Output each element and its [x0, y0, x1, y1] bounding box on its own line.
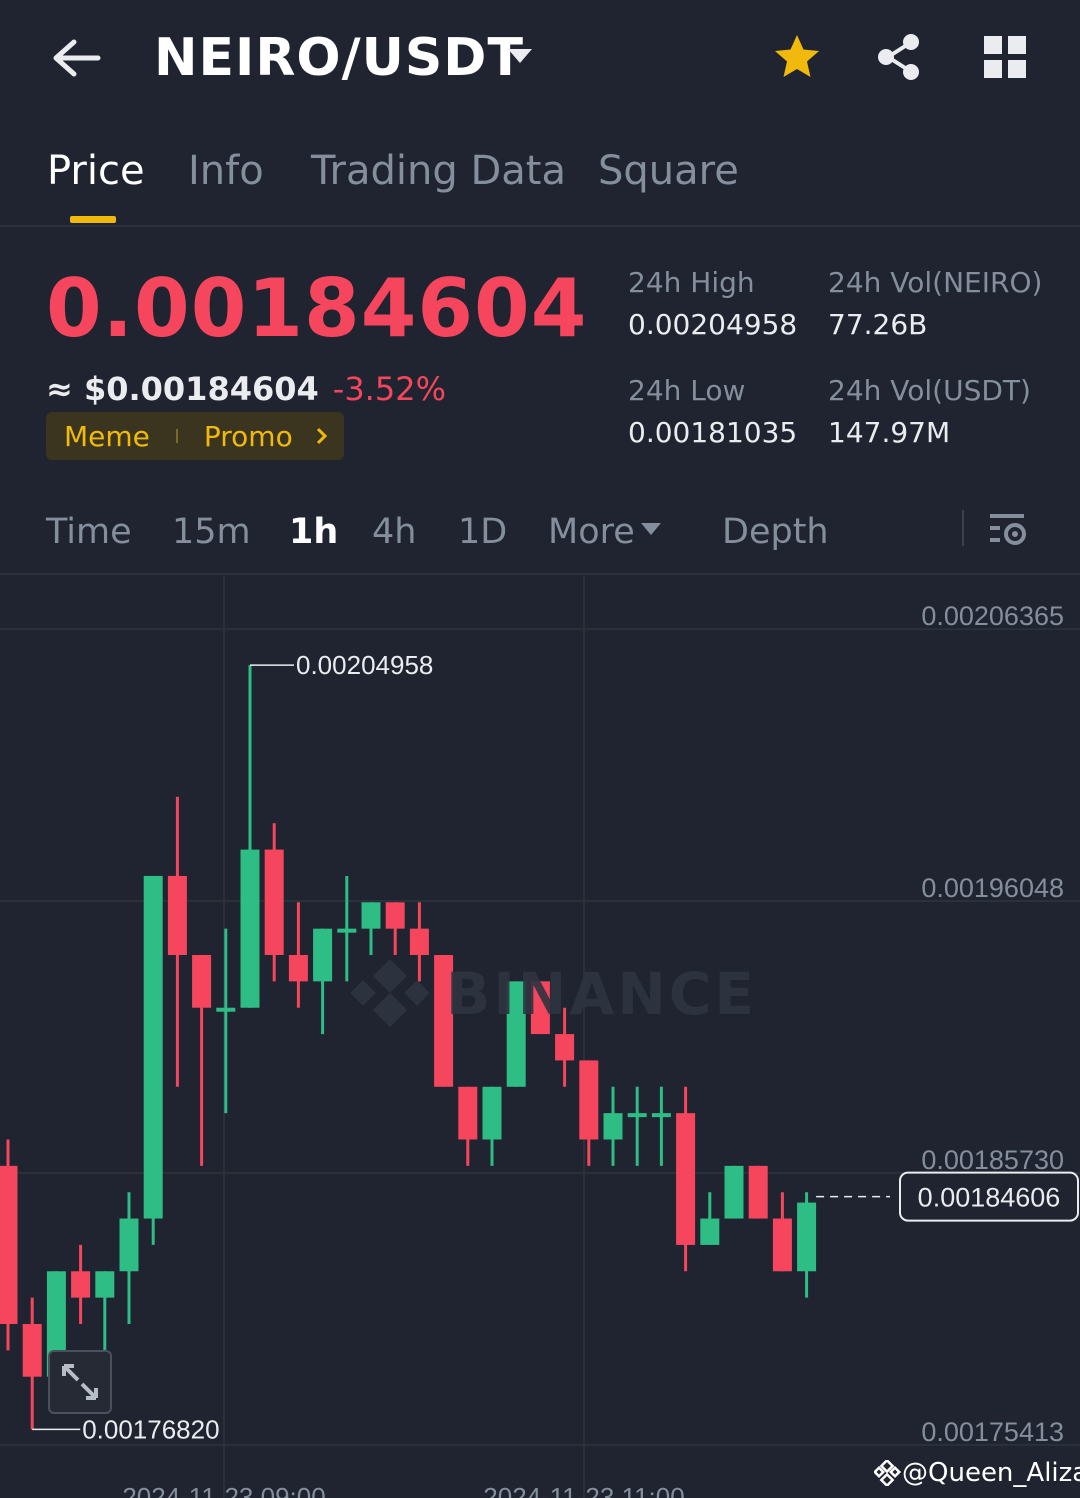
candle-body [409, 928, 429, 956]
candle-body [724, 1165, 744, 1219]
interval-more[interactable]: More [548, 512, 635, 552]
candle-body [119, 1218, 139, 1272]
y-tick-label: 0.00196048 [921, 873, 1064, 903]
last-price-label: 0.00184606 [918, 1183, 1061, 1213]
candle-body [216, 1007, 236, 1012]
tag-chip-group[interactable]: Meme Promo [46, 412, 344, 460]
candle-body [651, 1113, 671, 1118]
tab-price[interactable]: Price [47, 148, 145, 194]
low-marker-label: 0.00176820 [82, 1414, 219, 1444]
candle-body [313, 928, 333, 982]
candle-body [676, 1113, 696, 1245]
stat-vol-base-label: 24h Vol(NEIRO) [828, 266, 1043, 299]
tab-square[interactable]: Square [598, 148, 739, 194]
tab-info[interactable]: Info [188, 148, 264, 194]
dropdown-caret-icon[interactable] [506, 46, 534, 66]
last-price: 0.00184604 [46, 262, 588, 355]
binance-logo-icon [874, 1460, 902, 1486]
candle-body [22, 1323, 42, 1377]
interval-1h[interactable]: 1h [289, 512, 338, 552]
depth-tab[interactable]: Depth [722, 512, 829, 552]
x-tick-label: 2024-11-23 09:00 [122, 1482, 325, 1498]
x-tick-label: 2024-11-23 11:00 [483, 1482, 684, 1498]
price-change-percent: -3.52% [332, 370, 446, 408]
candle-body [288, 955, 308, 982]
candle-body [95, 1271, 115, 1298]
fullscreen-button[interactable] [48, 1350, 112, 1414]
stat-high-label: 24h High [628, 266, 755, 299]
chevron-right-icon [316, 427, 327, 445]
active-tab-indicator [70, 216, 116, 223]
stat-low-value: 0.00181035 [628, 416, 798, 449]
stat-high-value: 0.00204958 [628, 308, 798, 341]
back-arrow-icon[interactable] [50, 36, 102, 80]
candle-body [240, 849, 260, 1008]
interval-4h[interactable]: 4h [372, 512, 416, 552]
divider [0, 225, 1080, 227]
approx-price-row: ≈ $0.00184604 -3.52% [46, 370, 446, 408]
candle-body [143, 875, 163, 1219]
approx-usd-price: ≈ $0.00184604 [46, 370, 319, 408]
candle-body [748, 1165, 768, 1219]
candlestick-chart[interactable]: 0.00206365 0.00196048 0.00185730 0.00175413… [0, 576, 1080, 1498]
stat-vol-quote-label: 24h Vol(USDT) [828, 374, 1031, 407]
interval-1d[interactable]: 1D [458, 512, 507, 552]
candle-body [385, 902, 405, 929]
stat-vol-quote-value: 147.97M [828, 416, 951, 449]
candle-body [71, 1271, 91, 1298]
more-caret-icon[interactable] [640, 522, 662, 536]
star-icon[interactable] [772, 32, 822, 82]
candle-body [0, 1165, 18, 1324]
divider [962, 510, 964, 546]
candle-body [337, 928, 357, 933]
interval-15m[interactable]: 15m [172, 512, 251, 552]
candle-body [772, 1218, 792, 1272]
interval-time[interactable]: Time [46, 512, 132, 552]
share-icon[interactable] [874, 32, 924, 82]
tag-separator [175, 429, 178, 443]
stat-vol-base-value: 77.26B [828, 308, 928, 341]
credit: @Queen_Aliza [874, 1458, 1080, 1488]
chart-settings-icon[interactable] [988, 510, 1028, 548]
candle-body [458, 1086, 478, 1140]
candle-body [167, 875, 187, 956]
candle-body [579, 1060, 599, 1140]
binance-watermark: BINANCE [350, 960, 754, 1030]
candle-body [797, 1202, 817, 1272]
tag-promo[interactable]: Promo [204, 420, 293, 453]
y-tick-label: 0.00175413 [921, 1417, 1064, 1447]
tag-meme[interactable]: Meme [64, 420, 150, 453]
candle-body [700, 1218, 720, 1245]
candle-body [603, 1113, 623, 1140]
y-tick-label: 0.00206365 [921, 601, 1064, 631]
binance-logo-icon [350, 960, 430, 1027]
y-tick-label: 0.00185730 [921, 1145, 1064, 1175]
credit-handle: @Queen_Aliza [902, 1458, 1080, 1488]
expand-icon [62, 1364, 98, 1400]
tab-trading-data[interactable]: Trading Data [311, 148, 566, 194]
divider [0, 573, 1080, 575]
candle-body [555, 1034, 575, 1061]
watermark-text: BINANCE [446, 960, 757, 1028]
candle-body [192, 955, 212, 1008]
candle-body [627, 1113, 647, 1118]
grid-icon[interactable] [982, 34, 1028, 80]
candle-body [264, 849, 284, 956]
high-marker-label: 0.00204958 [296, 650, 433, 680]
candle-body [482, 1086, 502, 1140]
pair-title[interactable]: NEIRO/USDT [154, 28, 524, 88]
candle-body [361, 902, 381, 929]
stat-low-label: 24h Low [628, 374, 746, 407]
